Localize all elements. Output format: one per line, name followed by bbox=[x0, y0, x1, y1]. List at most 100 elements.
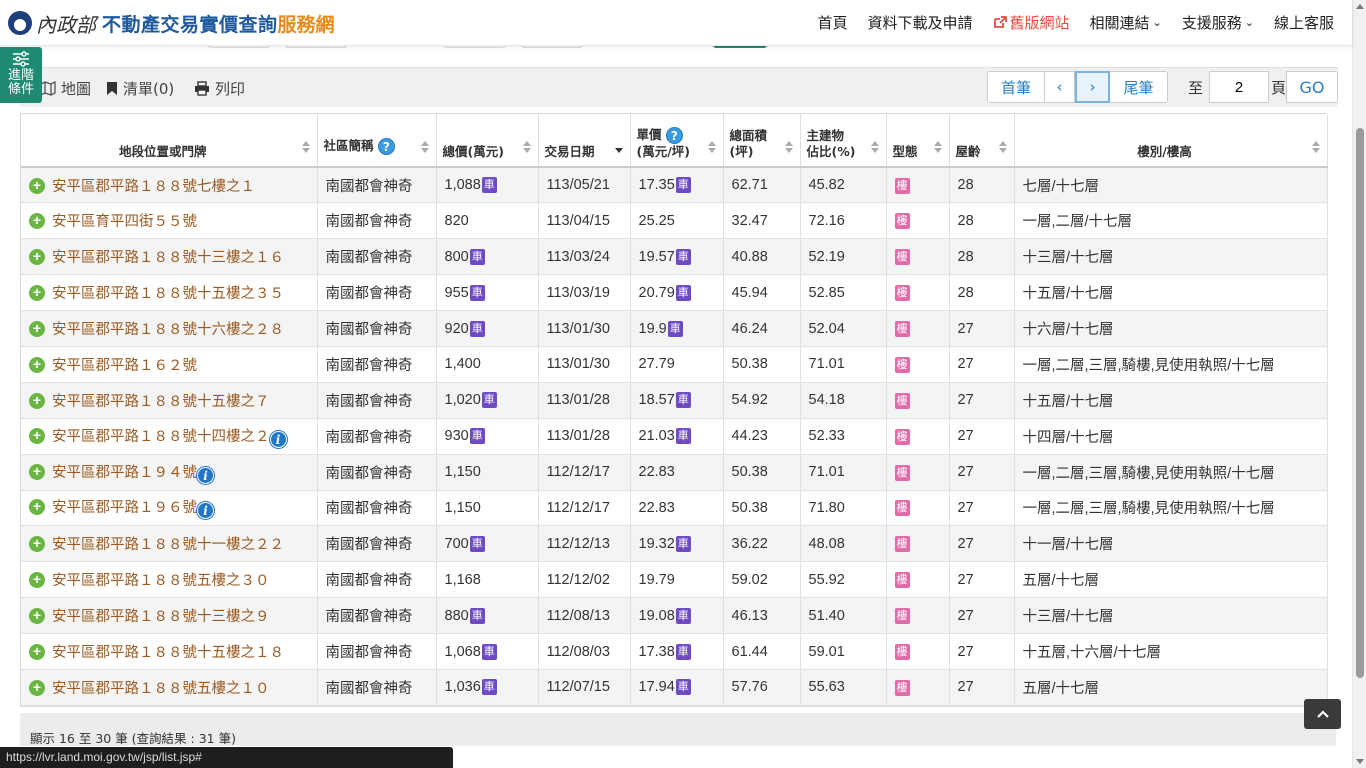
col-community[interactable]: 社區簡稱 ? bbox=[317, 114, 437, 168]
table-row[interactable]: + 安平區育平四街５５號 南國都會神奇 820 113/04/15 25.25 32.47 7… bbox=[21, 202, 1328, 240]
map-button[interactable]: 地圖 bbox=[40, 78, 91, 99]
expand-icon[interactable]: + bbox=[29, 392, 45, 409]
page-number-input[interactable] bbox=[1208, 71, 1269, 103]
cell-unit-price: 17.38 車 bbox=[630, 633, 724, 670]
unit-price-value: 17.38 bbox=[638, 643, 675, 660]
table-row[interactable]: + 安平區郡平路１８８號七樓之１ 南國都會神奇 1,088 車 113/05/21 17.3… bbox=[21, 167, 1328, 204]
address-link[interactable]: 安平區郡平路１８８號五樓之１０ bbox=[52, 681, 270, 697]
expand-icon[interactable]: + bbox=[29, 463, 45, 480]
cell-address: + 安平區郡平路１８８號五樓之１０ bbox=[21, 669, 318, 706]
table-row[interactable]: + 安平區郡平路１８８號十三樓之１６ 南國都會神奇 800 車 113/03/24 19.5… bbox=[21, 238, 1328, 276]
address-link[interactable]: 安平區郡平路１８８號十五樓之７ bbox=[52, 394, 270, 410]
address-link[interactable]: 安平區育平四街５５號 bbox=[52, 214, 197, 230]
col-area[interactable]: 總面積 (坪) bbox=[723, 114, 801, 168]
table-row[interactable]: + 安平區郡平路１８８號十一樓之２２ 南國都會神奇 700 車 112/12/13 19.3… bbox=[21, 525, 1328, 563]
nav-home[interactable]: 首頁 bbox=[817, 12, 847, 33]
help-icon[interactable]: ? bbox=[377, 137, 395, 155]
table-row[interactable]: + 安平區郡平路１８８號十五樓之１８ 南國都會神奇 1,068 車 112/08/03 17… bbox=[21, 633, 1328, 670]
address-link[interactable]: 安平區郡平路１８８號十四樓之２ bbox=[52, 429, 270, 445]
table-row[interactable]: + 安平區郡平路１８８號五樓之１０ 南國都會神奇 1,036 車 112/07/15 17.… bbox=[21, 669, 1328, 706]
parking-badge: 車 bbox=[469, 535, 485, 552]
col-address[interactable]: 地段位置或門牌 bbox=[21, 114, 318, 168]
status-bar-url: https://lvr.land.moi.gov.tw/jsp/list.jsp… bbox=[0, 747, 453, 768]
first-page-button[interactable]: 首筆 bbox=[986, 71, 1045, 103]
expand-icon[interactable]: + bbox=[29, 679, 45, 696]
prev-page-button[interactable]: ‹ bbox=[1044, 71, 1075, 103]
col-type[interactable]: 型態 bbox=[886, 114, 950, 168]
col-age[interactable]: 屋齡 bbox=[949, 114, 1015, 168]
cell-total-price: 1,020 車 bbox=[436, 382, 539, 419]
cell-area: 46.24 bbox=[723, 310, 801, 347]
scroll-to-top-button[interactable] bbox=[1304, 699, 1341, 729]
table-row[interactable]: + 安平區郡平路１８８號十四樓之２ i 南國都會神奇 930 車 113/01/28 21.0… bbox=[21, 418, 1328, 455]
expand-icon[interactable]: + bbox=[29, 249, 45, 266]
address-link[interactable]: 安平區郡平路１９４號 bbox=[52, 465, 197, 481]
info-icon[interactable]: i bbox=[197, 502, 214, 520]
table-row[interactable]: + 安平區郡平路１８８號十五樓之７ 南國都會神奇 1,020 車 113/01/28 18.… bbox=[21, 382, 1328, 419]
expand-icon[interactable]: + bbox=[29, 321, 45, 337]
next-page-button[interactable]: › bbox=[1074, 71, 1110, 103]
table-row[interactable]: + 安平區郡平路１８８號十六樓之２８ 南國都會神奇 920 車 113/01/30 19.9… bbox=[21, 310, 1328, 347]
info-icon[interactable]: i bbox=[269, 430, 287, 448]
address-link[interactable]: 安平區郡平路１８８號十三樓之１６ bbox=[52, 250, 284, 266]
address-link[interactable]: 安平區郡平路１８８號五樓之３０ bbox=[52, 573, 270, 589]
advanced-filter-tab[interactable]: 進階 條件 bbox=[0, 47, 42, 103]
table-row[interactable]: + 安平區郡平路１９６號 i 南國都會神奇 1,150 112/12/17 22.83 50.… bbox=[21, 490, 1328, 527]
address-link[interactable]: 安平區郡平路１８８號十五樓之１８ bbox=[52, 645, 284, 661]
building-type-badge: 樓 bbox=[894, 679, 910, 696]
scroll-down-arrow-icon[interactable] bbox=[1356, 759, 1364, 764]
expand-icon[interactable]: + bbox=[29, 177, 45, 194]
address-link[interactable]: 安平區郡平路１８８號十一樓之２２ bbox=[52, 537, 284, 553]
site-logo[interactable]: 內政部 不動產交易實價查詢 服務網 bbox=[8, 8, 335, 38]
cell-community: 南國都會神奇 bbox=[317, 310, 437, 347]
info-icon[interactable]: i bbox=[197, 466, 214, 484]
expand-icon[interactable]: + bbox=[29, 213, 45, 230]
col-total-price[interactable]: 總價(萬元) bbox=[436, 114, 539, 168]
nav-old-site[interactable]: 舊版網站 bbox=[993, 12, 1070, 33]
table-row[interactable]: + 安平區郡平路１９４號 i 南國都會神奇 1,150 112/12/17 22.83 50.… bbox=[21, 454, 1328, 491]
cell-unit-price: 22.83 bbox=[630, 454, 724, 491]
print-button[interactable]: 列印 bbox=[194, 78, 245, 99]
cell-floor: 一層,二層,三層,騎樓,見使用執照/十七層 bbox=[1014, 454, 1328, 491]
address-link[interactable]: 安平區郡平路１６２號 bbox=[52, 358, 197, 374]
parking-badge: 車 bbox=[469, 428, 485, 445]
table-row[interactable]: + 安平區郡平路１６２號 南國都會神奇 1,400 113/01/30 27.79 50.3… bbox=[21, 346, 1328, 383]
address-link[interactable]: 安平區郡平路１８８號七樓之１ bbox=[52, 179, 255, 195]
table-row[interactable]: + 安平區郡平路１８８號十五樓之３５ 南國都會神奇 955 車 113/03/19 20.7… bbox=[21, 274, 1328, 312]
nav-support[interactable]: 支援服務 ⌄ bbox=[1182, 12, 1254, 33]
address-link[interactable]: 安平區郡平路１８８號十三樓之９ bbox=[52, 609, 270, 625]
vertical-scrollbar[interactable] bbox=[1352, 0, 1366, 768]
parking-badge: 車 bbox=[667, 320, 683, 337]
col-main-ratio-label-1: 主建物 bbox=[806, 128, 845, 143]
address-link[interactable]: 安平區郡平路１８８號十六樓之２８ bbox=[52, 322, 284, 338]
cell-floor: 十五層/十七層 bbox=[1014, 382, 1328, 419]
scroll-up-arrow-icon[interactable] bbox=[1356, 4, 1364, 9]
help-icon[interactable]: ? bbox=[665, 127, 683, 144]
cell-unit-price: 17.94 車 bbox=[630, 669, 724, 706]
nav-downloads[interactable]: 資料下載及申請 bbox=[867, 12, 972, 33]
nav-online-service[interactable]: 線上客服 bbox=[1274, 12, 1334, 33]
expand-icon[interactable]: + bbox=[29, 536, 45, 553]
col-main-ratio[interactable]: 主建物 佔比(%) bbox=[800, 114, 887, 168]
expand-icon[interactable]: + bbox=[29, 356, 45, 373]
col-floor[interactable]: 樓別/樓高 bbox=[1014, 114, 1328, 168]
nav-links[interactable]: 相關連結 ⌄ bbox=[1090, 12, 1162, 33]
expand-icon[interactable]: + bbox=[29, 427, 45, 444]
expand-icon[interactable]: + bbox=[29, 572, 45, 589]
last-page-button[interactable]: 尾筆 bbox=[1109, 71, 1168, 103]
col-unit-price[interactable]: 單價 ? (萬元/坪) bbox=[630, 114, 724, 168]
cell-community: 南國都會神奇 bbox=[317, 418, 437, 455]
watchlist-button[interactable]: 清單(0) bbox=[106, 78, 174, 99]
expand-icon[interactable]: + bbox=[29, 644, 45, 661]
address-link[interactable]: 安平區郡平路１８８號十五樓之３５ bbox=[52, 286, 284, 302]
go-button[interactable]: GO bbox=[1286, 71, 1338, 103]
expand-icon[interactable]: + bbox=[29, 499, 45, 516]
scrollbar-thumb[interactable] bbox=[1356, 128, 1364, 678]
expand-icon[interactable]: + bbox=[29, 608, 45, 625]
table-row[interactable]: + 安平區郡平路１８８號十三樓之９ 南國都會神奇 880 車 112/08/13 19.08… bbox=[21, 597, 1328, 635]
expand-icon[interactable]: + bbox=[29, 285, 45, 302]
cell-total-price: 1,150 bbox=[436, 490, 539, 527]
table-row[interactable]: + 安平區郡平路１８８號五樓之３０ 南國都會神奇 1,168 112/12/02 19.7… bbox=[21, 561, 1328, 599]
address-link[interactable]: 安平區郡平路１９６號 bbox=[52, 500, 197, 516]
col-date[interactable]: 交易日期 bbox=[538, 114, 631, 168]
